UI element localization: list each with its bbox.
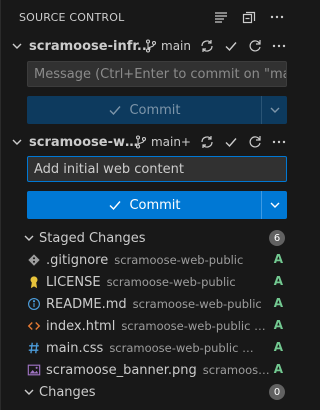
git-file-icon [27, 252, 41, 268]
file-path: scramoose-... [202, 363, 275, 377]
file-name: main.css [46, 340, 104, 356]
file-path: scramoose-web-public [114, 253, 244, 267]
chevron-down-icon[interactable] [9, 38, 25, 54]
file-name: README.md [46, 296, 127, 312]
file-path: scramoose-web-public • src/css [109, 341, 259, 355]
commit-dropdown-button[interactable] [261, 191, 287, 219]
count-badge: 6 [269, 230, 285, 246]
list-item[interactable]: main.css scramoose-web-public • src/css … [1, 337, 295, 359]
chevron-down-icon[interactable] [21, 384, 37, 400]
list-item[interactable]: scramoose_banner.png scramoose-... A [1, 359, 295, 381]
css-icon [27, 340, 41, 356]
panel-title: SOURCE CONTROL [19, 11, 125, 24]
status-badge: A [273, 252, 283, 266]
commit-button-group[interactable]: Commit [27, 96, 287, 124]
group-label: Staged Changes [39, 230, 146, 246]
refresh-icon[interactable] [247, 38, 263, 54]
repo-name: scramoose-we... [29, 134, 139, 150]
commit-button-group[interactable]: Commit [27, 191, 287, 219]
list-item[interactable]: .gitignore scramoose-web-public A [1, 249, 295, 271]
license-icon [27, 274, 41, 290]
file-path: scramoose-web-public [106, 275, 236, 289]
commit-label: Commit [129, 197, 181, 213]
sync-icon[interactable] [199, 134, 215, 150]
more-icon[interactable] [271, 38, 287, 54]
image-icon [27, 362, 41, 378]
commit-message-input[interactable]: Add initial web content [27, 156, 287, 182]
branch-name: main+ [150, 135, 191, 149]
file-name: index.html [46, 318, 116, 334]
html-icon [27, 318, 41, 334]
file-path: scramoose-web-public • src [121, 319, 272, 333]
list-item[interactable]: index.html scramoose-web-public • src A [1, 315, 295, 337]
list-view-icon[interactable] [213, 9, 229, 25]
status-badge: A [273, 274, 283, 288]
check-icon [107, 197, 123, 213]
status-badge: A [273, 362, 283, 376]
commit-button[interactable]: Commit [27, 191, 261, 219]
more-icon[interactable] [269, 9, 285, 25]
check-icon[interactable] [223, 38, 239, 54]
refresh-icon[interactable] [247, 134, 263, 150]
changes-group[interactable]: Changes 0 [1, 381, 295, 403]
commit-message-input[interactable]: Message (Ctrl+Enter to commit on "mai... [27, 61, 287, 87]
more-icon[interactable] [271, 134, 287, 150]
file-name: .gitignore [46, 252, 109, 268]
repo-header-web[interactable]: scramoose-we... main+ [1, 130, 295, 154]
chevron-down-icon [267, 102, 283, 118]
status-badge: A [273, 296, 283, 310]
chevron-down-icon [267, 197, 283, 213]
repo-header-infra[interactable]: scramoose-infr... main [1, 34, 295, 58]
check-icon[interactable] [223, 134, 239, 150]
commit-button[interactable]: Commit [27, 96, 261, 124]
group-label: Changes [39, 384, 96, 400]
branch-name: main [161, 39, 191, 53]
sync-icon[interactable] [199, 38, 215, 54]
status-badge: A [273, 318, 283, 332]
commit-dropdown-button[interactable] [261, 96, 287, 124]
info-icon [27, 296, 41, 312]
staged-changes-group[interactable]: Staged Changes 6 [1, 227, 295, 249]
commit-message-placeholder: Message (Ctrl+Enter to commit on "mai... [34, 66, 287, 82]
file-name: LICENSE [46, 274, 101, 290]
branch-indicator[interactable]: main+ [133, 134, 191, 150]
count-badge: 0 [269, 384, 285, 400]
chevron-down-icon[interactable] [21, 230, 37, 246]
git-branch-icon [143, 38, 159, 54]
repo-name: scramoose-infr... [29, 38, 152, 54]
commit-label: Commit [129, 102, 181, 118]
list-item[interactable]: LICENSE scramoose-web-public A [1, 271, 295, 293]
file-path: scramoose-web-public [132, 297, 262, 311]
check-icon [107, 102, 123, 118]
git-branch-icon [133, 134, 149, 150]
list-item[interactable]: README.md scramoose-web-public A [1, 293, 295, 315]
branch-indicator[interactable]: main [143, 38, 191, 54]
file-name: scramoose_banner.png [46, 362, 197, 378]
commit-message-value: Add initial web content [34, 161, 184, 177]
panel-header: SOURCE CONTROL [1, 0, 295, 35]
collapse-all-icon[interactable] [241, 9, 257, 25]
status-badge: A [273, 340, 283, 354]
chevron-down-icon[interactable] [9, 134, 25, 150]
